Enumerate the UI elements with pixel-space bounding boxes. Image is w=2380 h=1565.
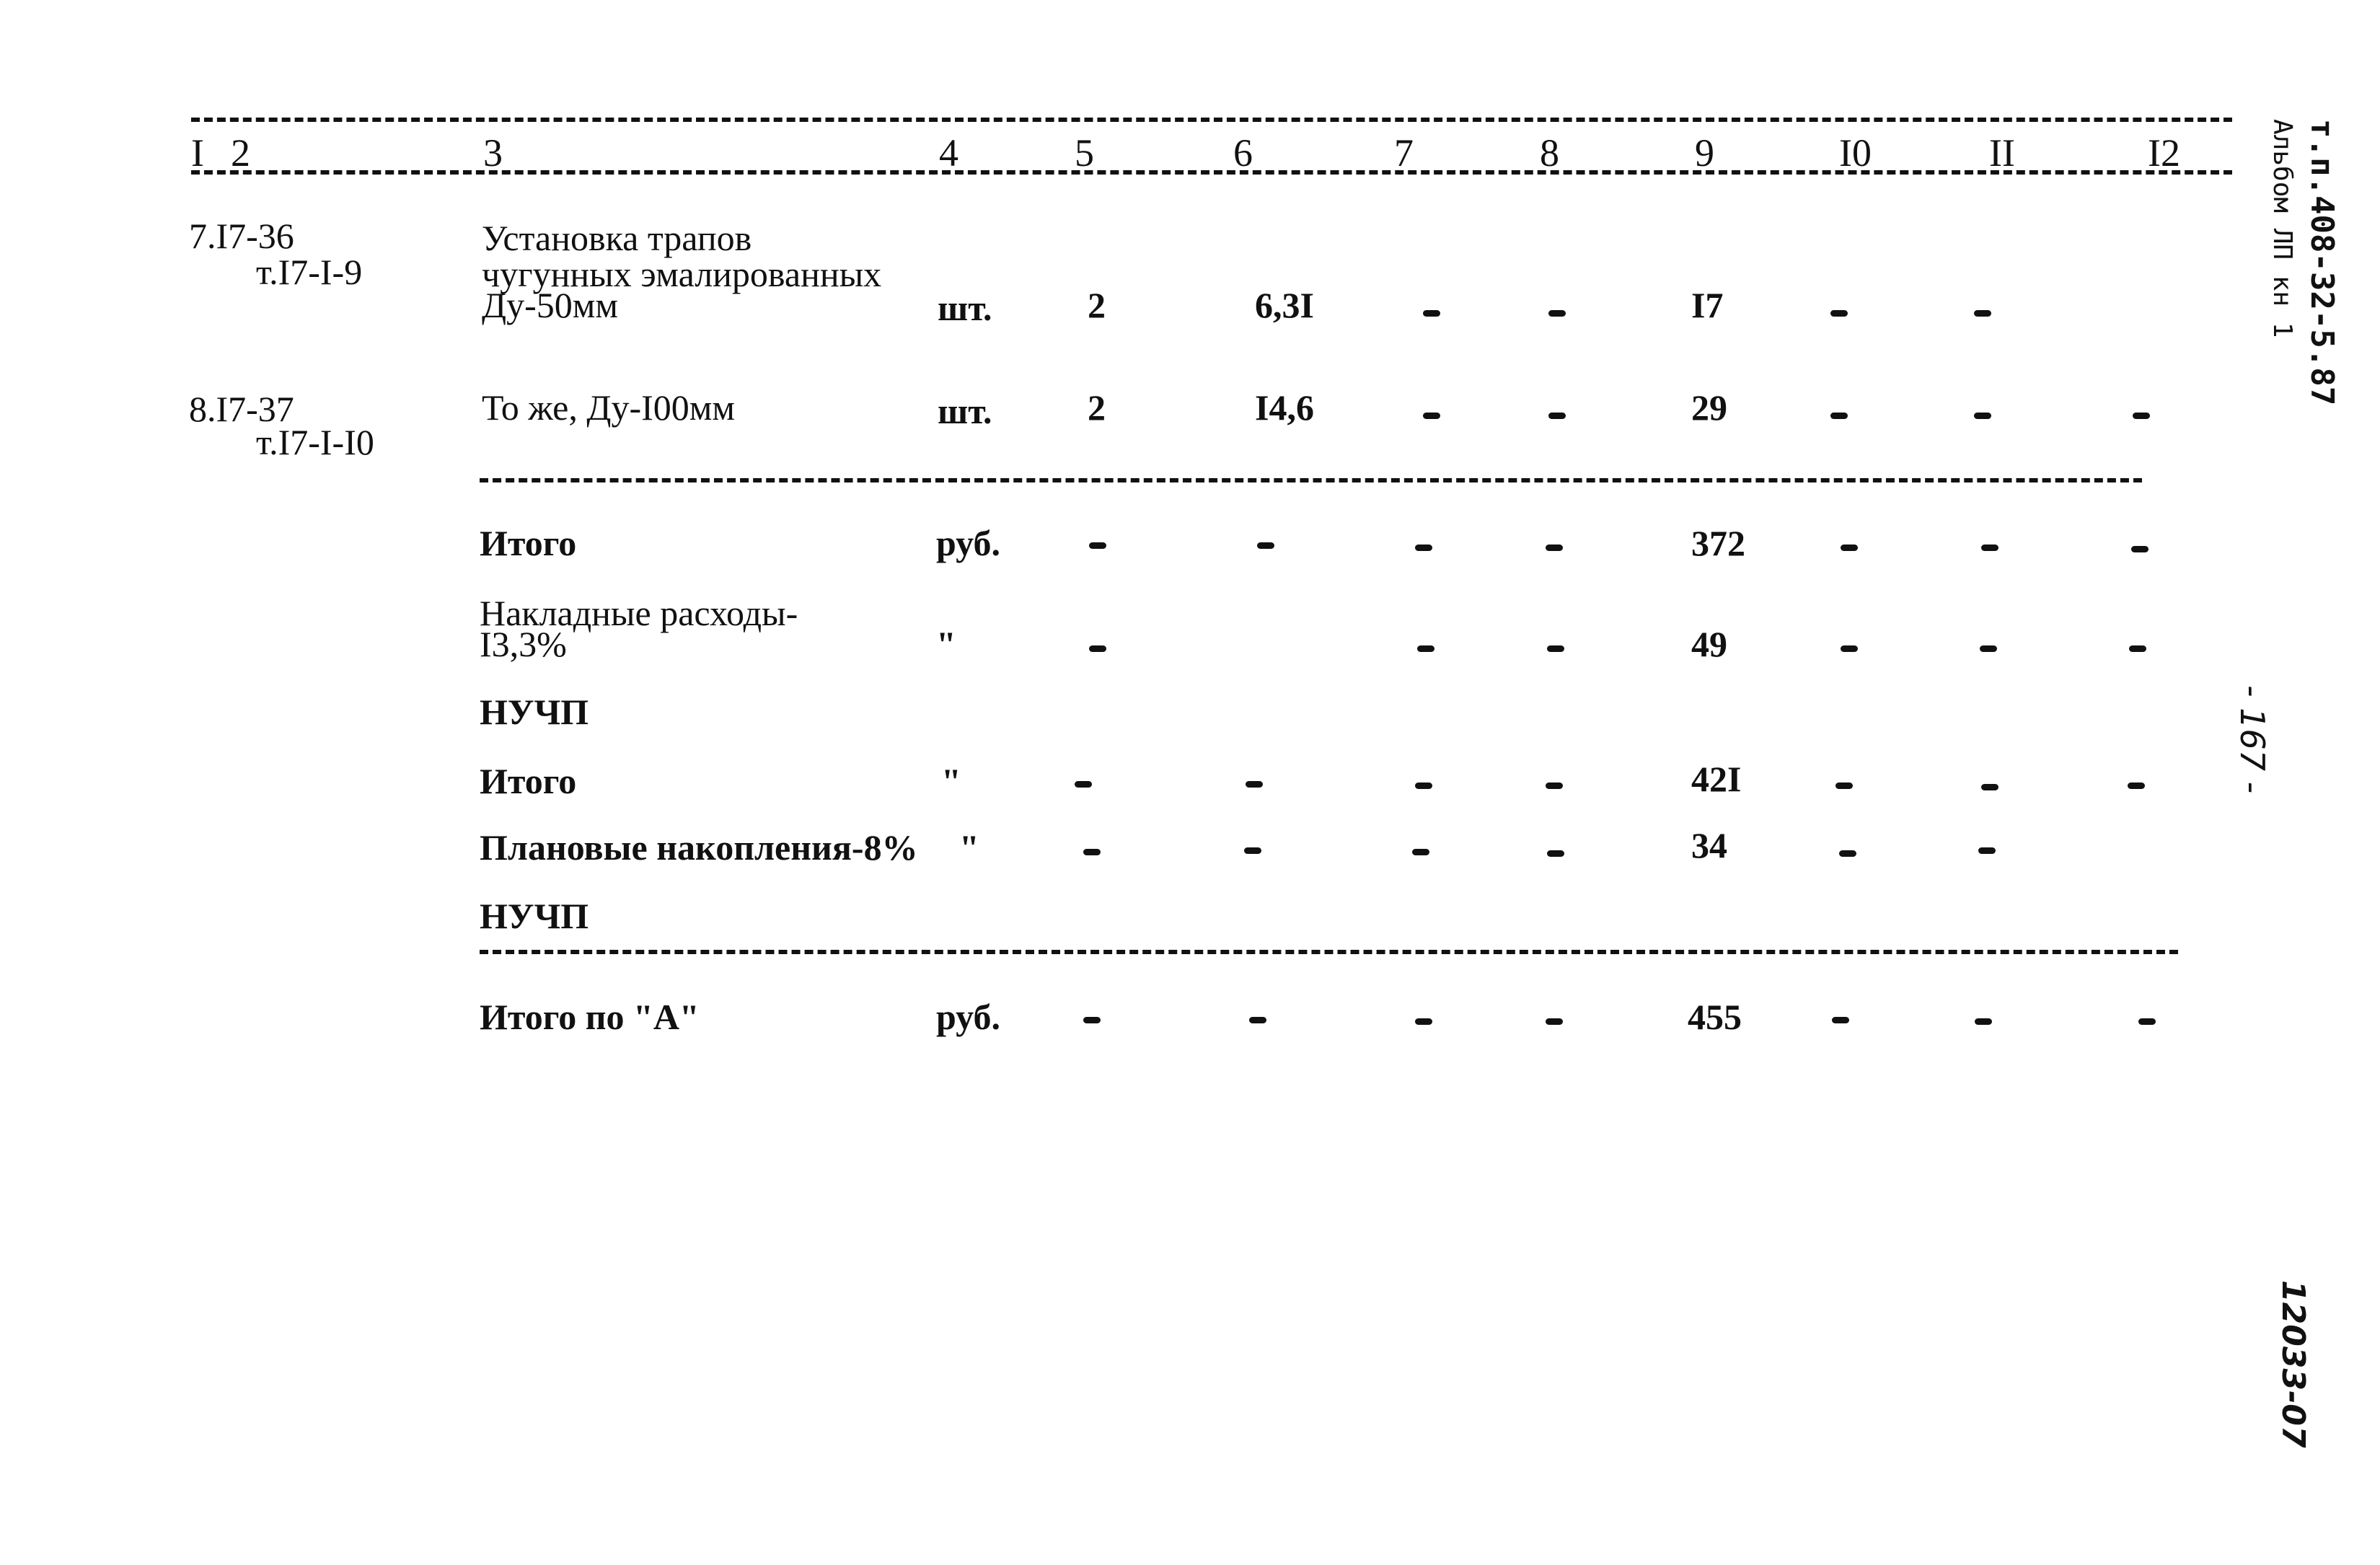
cell-dash xyxy=(2129,645,2146,652)
nuchp-label: НУЧП xyxy=(480,896,589,936)
col-header-9: 9 xyxy=(1695,131,1714,175)
row-name-line: Ду-50мм xyxy=(482,285,619,325)
cell-dash xyxy=(1975,1018,1992,1025)
document-code: т.п.408-32-5.87 xyxy=(2304,119,2340,406)
cell-dash xyxy=(1075,781,1092,788)
row-unit: шт. xyxy=(938,288,992,328)
cell-dash xyxy=(2138,1018,2156,1025)
cell-dash xyxy=(1083,1017,1101,1023)
cell-unit-price: 6,3I xyxy=(1255,285,1314,325)
cell-dash xyxy=(1246,781,1263,788)
col-header-1: I xyxy=(191,131,204,175)
totals-unit: руб. xyxy=(936,523,1000,563)
cell-dash xyxy=(1423,310,1440,317)
nuchp-label: НУЧП xyxy=(480,692,589,732)
totals-unit: " xyxy=(941,761,961,801)
col-header-10: I0 xyxy=(1839,131,1872,175)
row-ref: т.I7-I-I0 xyxy=(256,422,374,462)
cell-dash xyxy=(1981,784,1998,790)
cell-dash xyxy=(1249,1017,1266,1023)
cell-dash xyxy=(2128,782,2145,789)
col-header-3: 3 xyxy=(483,131,503,175)
cell-dash xyxy=(1980,645,1997,652)
col-header-4: 4 xyxy=(939,131,958,175)
cell-dash xyxy=(1548,310,1566,317)
cell-dash xyxy=(1974,310,1991,317)
cell-dash xyxy=(1415,545,1432,551)
col-header-5: 5 xyxy=(1075,131,1094,175)
cell-dash xyxy=(1547,645,1564,652)
grand-total-label: Итого по "А" xyxy=(480,997,700,1037)
col-header-11: II xyxy=(1989,131,2015,175)
row-code: 7.I7-36 xyxy=(189,216,294,256)
totals-label: Плановые накопления-8% xyxy=(480,827,918,868)
header-top-rule xyxy=(191,118,2232,122)
subtotal-rule xyxy=(480,478,2142,482)
cell-dash xyxy=(1547,850,1564,857)
col-header-2: 2 xyxy=(231,131,250,175)
cell-dash xyxy=(1832,1017,1849,1023)
row-ref: т.I7-I-9 xyxy=(256,252,363,292)
cell-dash xyxy=(1546,782,1563,789)
cell-dash xyxy=(1548,413,1566,419)
cell-dash xyxy=(1257,542,1274,549)
album-label: Альбом ЛП кн 1 xyxy=(2267,119,2297,338)
cell-dash xyxy=(1546,545,1563,551)
page-number: - 167 - xyxy=(2233,685,2272,794)
cell-dash xyxy=(1089,645,1106,652)
totals-label-line: I3,3% xyxy=(480,624,567,664)
totals-value: 49 xyxy=(1691,624,1727,664)
cell-dash xyxy=(1841,545,1858,551)
grand-total-unit: руб. xyxy=(936,997,1000,1037)
row-name-line: Установка трапов xyxy=(482,218,752,258)
cell-dash xyxy=(1974,413,1991,419)
cell-dash xyxy=(2131,546,2148,552)
col-header-6: 6 xyxy=(1233,131,1253,175)
totals-value: 34 xyxy=(1691,825,1727,865)
totals-label: Итого xyxy=(480,523,577,563)
col-header-12: I2 xyxy=(2148,131,2180,175)
cell-dash xyxy=(2133,413,2150,419)
row-name-line: То же, Ду-I00мм xyxy=(482,387,736,428)
totals-value: 42I xyxy=(1691,759,1742,799)
cell-unit-price: I4,6 xyxy=(1255,387,1314,428)
grand-total-rule xyxy=(480,950,2178,954)
cell-dash xyxy=(1415,782,1432,789)
cell-dash xyxy=(1830,413,1848,419)
totals-value: 372 xyxy=(1691,523,1745,563)
cell-dash xyxy=(1415,1018,1432,1025)
totals-unit: " xyxy=(936,624,956,664)
cell-dash xyxy=(1412,849,1429,855)
totals-unit: " xyxy=(959,827,979,868)
cell-total: 29 xyxy=(1691,387,1727,428)
cell-dash xyxy=(1835,782,1853,789)
cell-dash xyxy=(1083,849,1101,855)
cell-dash xyxy=(1244,847,1261,854)
cell-dash xyxy=(1839,850,1856,857)
cell-dash xyxy=(1830,310,1848,317)
cell-total: I7 xyxy=(1691,285,1724,325)
cell-dash xyxy=(1978,847,1996,854)
col-header-7: 7 xyxy=(1394,131,1414,175)
cell-dash xyxy=(1417,645,1434,652)
row-unit: шт. xyxy=(938,391,992,431)
cell-quantity: 2 xyxy=(1088,387,1106,428)
cell-quantity: 2 xyxy=(1088,285,1106,325)
cell-dash xyxy=(1841,645,1858,652)
totals-label: Итого xyxy=(480,761,577,801)
cell-dash xyxy=(1981,545,1998,551)
cell-dash xyxy=(1546,1018,1563,1025)
cell-dash xyxy=(1423,413,1440,419)
grand-total-value: 455 xyxy=(1688,997,1742,1037)
archive-number: 12033-07 xyxy=(2275,1280,2311,1448)
cell-dash xyxy=(1089,542,1106,549)
col-header-8: 8 xyxy=(1540,131,1559,175)
